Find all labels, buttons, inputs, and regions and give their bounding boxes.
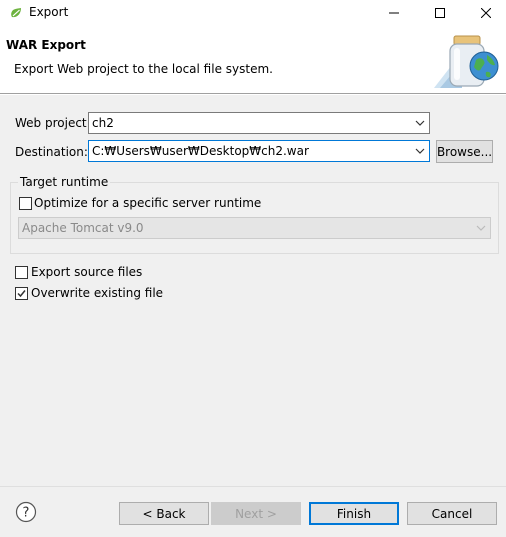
back-button[interactable]: < Back bbox=[119, 502, 209, 525]
page-title: WAR Export bbox=[6, 38, 86, 52]
jar-globe-icon bbox=[434, 35, 499, 88]
eclipse-spring-icon bbox=[11, 8, 21, 18]
web-project-label: Web project: bbox=[15, 116, 91, 130]
chevron-down-icon bbox=[415, 120, 425, 126]
web-project-combo[interactable]: ch2 bbox=[88, 112, 430, 134]
wizard-footer: ? < Back Next > Finish Cancel bbox=[0, 486, 506, 537]
close-button[interactable] bbox=[464, 0, 506, 26]
web-project-value: ch2 bbox=[92, 116, 114, 130]
destination-value: C:₩Users₩user₩Desktop₩ch2.war bbox=[92, 144, 309, 158]
wizard-content: Web project: ch2 Destination: C:₩Users₩u… bbox=[0, 95, 506, 486]
export-source-label: Export source files bbox=[31, 265, 143, 279]
checkmark-icon bbox=[17, 290, 26, 298]
help-icon[interactable]: ? bbox=[15, 501, 37, 523]
browse-button[interactable]: Browse... bbox=[436, 140, 493, 163]
maximize-button[interactable] bbox=[418, 0, 462, 26]
maximize-icon bbox=[435, 8, 445, 18]
close-icon bbox=[481, 8, 491, 18]
next-button: Next > bbox=[211, 502, 301, 525]
overwrite-file-checkbox[interactable] bbox=[15, 287, 28, 300]
chevron-down-icon bbox=[476, 225, 486, 231]
wizard-banner: WAR Export Export Web project to the loc… bbox=[0, 26, 506, 94]
optimize-runtime-checkbox[interactable] bbox=[19, 197, 32, 210]
page-description: Export Web project to the local file sys… bbox=[14, 62, 273, 76]
cancel-button[interactable]: Cancel bbox=[407, 502, 497, 525]
target-runtime-group-title: Target runtime bbox=[18, 175, 111, 189]
destination-combo[interactable]: C:₩Users₩user₩Desktop₩ch2.war bbox=[88, 140, 430, 162]
overwrite-file-label: Overwrite existing file bbox=[31, 286, 164, 300]
svg-text:?: ? bbox=[23, 506, 30, 521]
optimize-runtime-label: Optimize for a specific server runtime bbox=[34, 196, 262, 210]
minimize-button[interactable] bbox=[372, 0, 416, 26]
window-title: Export bbox=[29, 5, 69, 19]
runtime-combo: Apache Tomcat v9.0 bbox=[18, 217, 491, 239]
destination-label: Destination: bbox=[15, 145, 88, 159]
title-bar: Export bbox=[0, 0, 506, 26]
runtime-value: Apache Tomcat v9.0 bbox=[22, 221, 144, 235]
minimize-icon bbox=[389, 12, 399, 14]
chevron-down-icon bbox=[415, 148, 425, 154]
finish-button[interactable]: Finish bbox=[309, 502, 399, 525]
export-source-checkbox[interactable] bbox=[15, 266, 28, 279]
